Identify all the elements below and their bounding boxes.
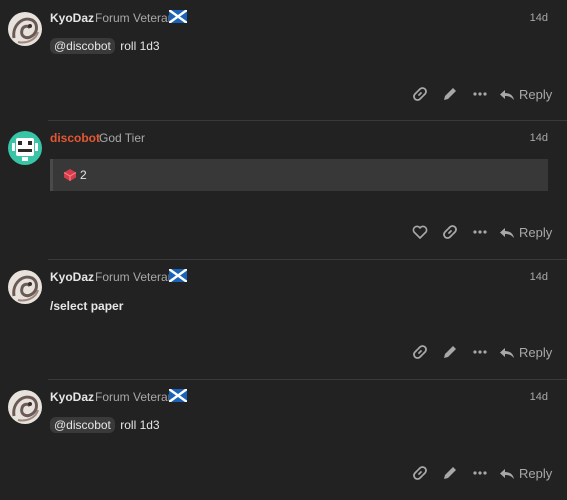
more-icon[interactable]: [471, 343, 489, 361]
post-date[interactable]: 14d: [530, 391, 548, 403]
scotland-flag-icon: [169, 10, 187, 23]
reply-button[interactable]: Reply: [499, 223, 553, 243]
mention[interactable]: @discobot: [50, 38, 115, 54]
link-icon[interactable]: [441, 223, 459, 241]
post-1: KyoDaz Forum Veteran 14d @discobot roll …: [0, 0, 567, 120]
scotland-flag-icon: [169, 269, 187, 282]
reply-button[interactable]: Reply: [499, 464, 553, 484]
username[interactable]: KyoDaz: [50, 390, 94, 404]
post-date[interactable]: 14d: [530, 12, 548, 24]
post-body: @discobot roll 1d3: [50, 38, 160, 54]
reply-label: Reply: [519, 225, 553, 240]
reply-button[interactable]: Reply: [499, 85, 553, 105]
reply-icon: [500, 90, 514, 100]
avatar[interactable]: [8, 12, 42, 46]
die-icon: [63, 169, 77, 181]
post-actions: Reply: [411, 343, 553, 363]
link-icon[interactable]: [411, 85, 429, 103]
username[interactable]: KyoDaz: [50, 11, 94, 25]
reply-label: Reply: [519, 466, 553, 481]
dice-result-quote: 2: [50, 159, 548, 191]
avatar[interactable]: [8, 390, 42, 424]
post-4: KyoDaz Forum Veteran 14d @discobot roll …: [0, 380, 567, 500]
user-title: God Tier: [99, 131, 146, 145]
reply-label: Reply: [519, 87, 553, 102]
reply-icon: [500, 469, 514, 479]
username[interactable]: discobot: [50, 131, 100, 145]
post-3: KyoDaz Forum Veteran 14d /select paper R…: [0, 260, 567, 379]
pencil-icon[interactable]: [441, 343, 459, 361]
username[interactable]: KyoDaz: [50, 270, 94, 284]
post-actions: Reply: [411, 223, 553, 243]
reply-label: Reply: [519, 345, 553, 360]
user-title: Forum Veteran: [95, 270, 175, 284]
post-body: @discobot roll 1d3: [50, 417, 160, 433]
more-icon[interactable]: [471, 223, 489, 241]
reply-icon: [500, 228, 514, 238]
post-text: roll 1d3: [120, 39, 160, 53]
post-actions: Reply: [411, 85, 553, 105]
mention[interactable]: @discobot: [50, 417, 115, 433]
heart-icon[interactable]: [411, 223, 429, 241]
scotland-flag-icon: [169, 389, 187, 402]
link-icon[interactable]: [411, 464, 429, 482]
more-icon[interactable]: [471, 464, 489, 482]
avatar[interactable]: [8, 270, 42, 304]
post-2: discobot God Tier 14d 2 Reply: [0, 121, 567, 259]
post-date[interactable]: 14d: [530, 132, 548, 144]
user-title: Forum Veteran: [95, 11, 175, 25]
post-text: /select paper: [50, 299, 124, 313]
post-actions: Reply: [411, 464, 553, 484]
link-icon[interactable]: [411, 343, 429, 361]
user-title: Forum Veteran: [95, 390, 175, 404]
dice-result: 2: [80, 168, 87, 182]
pencil-icon[interactable]: [441, 464, 459, 482]
reply-button[interactable]: Reply: [499, 343, 553, 363]
avatar[interactable]: [8, 131, 42, 165]
more-icon[interactable]: [471, 85, 489, 103]
reply-icon: [500, 348, 514, 358]
post-text: roll 1d3: [120, 418, 160, 432]
post-date[interactable]: 14d: [530, 271, 548, 283]
pencil-icon[interactable]: [441, 85, 459, 103]
